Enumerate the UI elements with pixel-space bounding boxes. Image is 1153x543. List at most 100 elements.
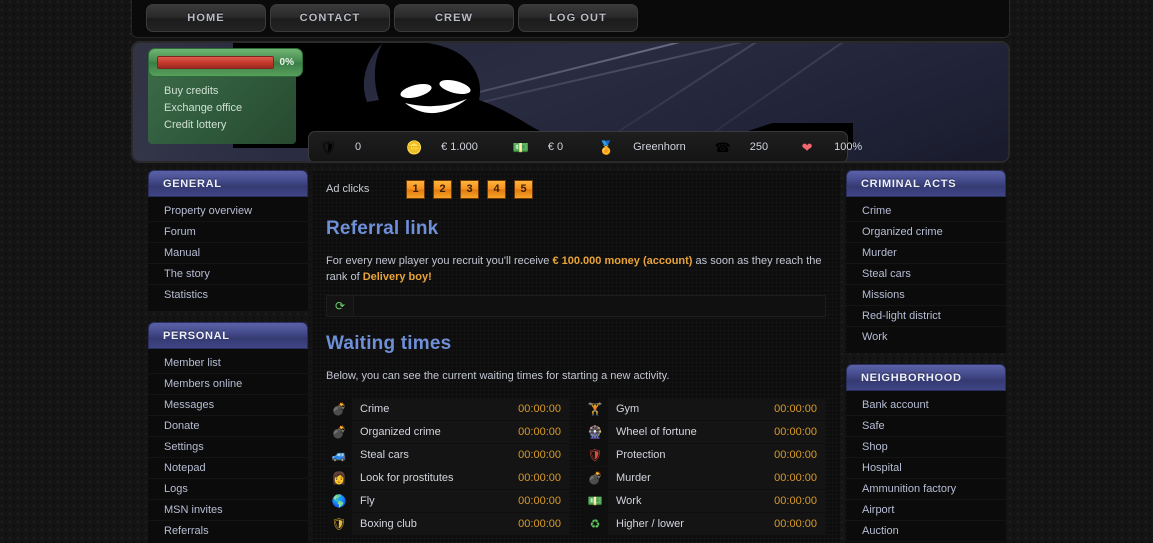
referral-link-input[interactable] — [354, 295, 826, 317]
ad-clicks-row: Ad clicks 1 2 3 4 5 — [320, 170, 832, 208]
credits-progress-fill — [158, 57, 273, 68]
money-icon: 💵 — [512, 139, 529, 155]
activity-time: 00:00:00 — [518, 495, 561, 507]
status-item: ☎ 250 — [712, 141, 768, 154]
activity-name: Look for prostitutes — [360, 472, 454, 484]
credits-progress-bar[interactable]: 0% — [148, 48, 303, 77]
red-shield-icon: 🛡 — [582, 444, 608, 466]
activity-name: Work — [616, 495, 642, 507]
activity-name: Gym — [616, 403, 640, 415]
activity-time: 00:00:00 — [774, 495, 817, 507]
sidebar-item-crime[interactable]: Crime — [846, 201, 1006, 222]
sidebar-item-missions[interactable]: Missions — [846, 285, 1006, 306]
activity-time: 00:00:00 — [518, 403, 561, 415]
table-row[interactable]: 🎡 Wheel of fortune 00:00:00 — [582, 421, 826, 443]
activity-time: 00:00:00 — [774, 403, 817, 415]
sidebar-item-the-story[interactable]: The story — [148, 264, 308, 285]
sidebar-item-members-online[interactable]: Members online — [148, 374, 308, 395]
sidebar-item-donate[interactable]: Donate — [148, 416, 308, 437]
sidebar-item-member-list[interactable]: Member list — [148, 353, 308, 374]
sidebar-item-statistics[interactable]: Statistics — [148, 285, 308, 305]
nav-contact[interactable]: CONTACT — [270, 4, 390, 32]
table-row[interactable]: ♻ Higher / lower 00:00:00 — [582, 513, 826, 535]
sidebar-section-header-general: GENERAL — [148, 170, 308, 197]
woman-icon: 👩 — [326, 467, 352, 489]
sidebar-section-header-criminal-acts: CRIMINAL ACTS — [846, 170, 1006, 197]
status-value-respect: 0 — [355, 141, 362, 153]
swap-icon: ♻ — [582, 513, 608, 535]
activity-time: 00:00:00 — [518, 472, 561, 484]
sidebar-item-forum[interactable]: Forum — [148, 222, 308, 243]
sidebar-item-manual[interactable]: Manual — [148, 243, 308, 264]
status-item: 🏅 Greenhorn — [595, 141, 686, 154]
sidebar-item-red-light-district[interactable]: Red-light district — [846, 306, 1006, 327]
status-value-bank: € 0 — [547, 141, 564, 153]
sidebar-section-header-personal: PERSONAL — [148, 322, 308, 349]
sidebar-item-msn-invites[interactable]: MSN invites — [148, 500, 308, 521]
sidebar-item-logs[interactable]: Logs — [148, 479, 308, 500]
bomb-icon: 💣 — [326, 421, 352, 443]
activity-name: Boxing club — [360, 518, 417, 530]
main-content-area: Ad clicks 1 2 3 4 5 Referral link For ev… — [312, 170, 840, 543]
waiting-times-left-table: 💣 Crime 00:00:00 💣 Organized crime 00:00… — [326, 398, 570, 536]
sidebar-item-referrals[interactable]: Referrals — [148, 521, 308, 541]
table-row[interactable]: 🚙 Steal cars 00:00:00 — [326, 444, 570, 466]
credits-dropdown-menu: Buy credits Exchange office Credit lotte… — [148, 71, 296, 144]
ad-click-button-2[interactable]: 2 — [433, 179, 452, 199]
sidebar-item-hospital[interactable]: Hospital — [846, 458, 1006, 479]
ad-click-button-3[interactable]: 3 — [460, 179, 479, 199]
sidebar-item-murder[interactable]: Murder — [846, 243, 1006, 264]
wheel-icon: 🎡 — [582, 421, 608, 443]
sidebar-item-bank-account[interactable]: Bank account — [846, 395, 1006, 416]
activity-name: Steal cars — [360, 449, 409, 461]
activity-time: 00:00:00 — [518, 449, 561, 461]
sidebar-item-auction[interactable]: Auction — [846, 521, 1006, 542]
menu-item-exchange-office[interactable]: Exchange office — [164, 100, 296, 117]
table-row[interactable]: 🏋 Gym 00:00:00 — [582, 398, 826, 420]
sidebar-item-work[interactable]: Work — [846, 327, 1006, 347]
referral-text-before: For every new player you recruit you'll … — [326, 255, 553, 267]
table-row[interactable]: 🛡 Boxing club 00:00:00 — [326, 513, 570, 535]
status-item: ❤ 100% — [796, 141, 863, 154]
phone-icon: ☎ — [714, 139, 731, 155]
activity-name: Higher / lower — [616, 518, 684, 530]
menu-item-credit-lottery[interactable]: Credit lottery — [164, 117, 296, 134]
sidebar-item-settings[interactable]: Settings — [148, 437, 308, 458]
shield-icon: 🛡 — [319, 139, 337, 155]
sidebar-item-ammunition-factory[interactable]: Ammunition factory — [846, 479, 1006, 500]
referral-description: For every new player you recruit you'll … — [320, 249, 832, 295]
table-row[interactable]: 💣 Murder 00:00:00 — [582, 467, 826, 489]
table-row[interactable]: 💣 Crime 00:00:00 — [326, 398, 570, 420]
ad-click-button-4[interactable]: 4 — [487, 179, 506, 199]
sidebar-item-airport[interactable]: Airport — [846, 500, 1006, 521]
sidebar-item-organized-crime[interactable]: Organized crime — [846, 222, 1006, 243]
nav-home[interactable]: HOME — [146, 4, 266, 32]
sidebar-item-safe[interactable]: Safe — [846, 416, 1006, 437]
nav-crew[interactable]: CREW — [394, 4, 514, 32]
boxing-shield-icon: 🛡 — [326, 513, 352, 535]
table-row[interactable]: 💵 Work 00:00:00 — [582, 490, 826, 512]
table-row[interactable]: 🛡 Protection 00:00:00 — [582, 444, 826, 466]
nav-logout[interactable]: LOG OUT — [518, 4, 638, 32]
ad-click-button-5[interactable]: 5 — [514, 179, 533, 199]
refresh-icon[interactable]: ⟳ — [326, 295, 354, 317]
table-row[interactable]: 💣 Organized crime 00:00:00 — [326, 421, 570, 443]
sidebar-section-body-neighborhood: Bank account Safe Shop Hospital Ammuniti… — [846, 391, 1006, 543]
waiting-times-tables: 💣 Crime 00:00:00 💣 Organized crime 00:00… — [320, 394, 832, 536]
credits-progress-track — [157, 56, 274, 69]
sidebar-item-messages[interactable]: Messages — [148, 395, 308, 416]
ad-click-button-1[interactable]: 1 — [406, 179, 425, 199]
sidebar-item-shop[interactable]: Shop — [846, 437, 1006, 458]
status-value-cash: € 1.000 — [441, 141, 478, 153]
sidebar-section-header-neighborhood: NEIGHBORHOOD — [846, 364, 1006, 391]
sidebar-item-property-overview[interactable]: Property overview — [148, 201, 308, 222]
table-row[interactable]: 👩 Look for prostitutes 00:00:00 — [326, 467, 570, 489]
table-row[interactable]: 🌎 Fly 00:00:00 — [326, 490, 570, 512]
sidebar-item-notepad[interactable]: Notepad — [148, 458, 308, 479]
status-value-bullets: 250 — [749, 141, 769, 153]
sidebar-item-steal-cars[interactable]: Steal cars — [846, 264, 1006, 285]
activity-time: 00:00:00 — [774, 518, 817, 530]
menu-item-buy-credits[interactable]: Buy credits — [164, 83, 296, 100]
referral-rank-required: Delivery boy! — [362, 271, 432, 283]
